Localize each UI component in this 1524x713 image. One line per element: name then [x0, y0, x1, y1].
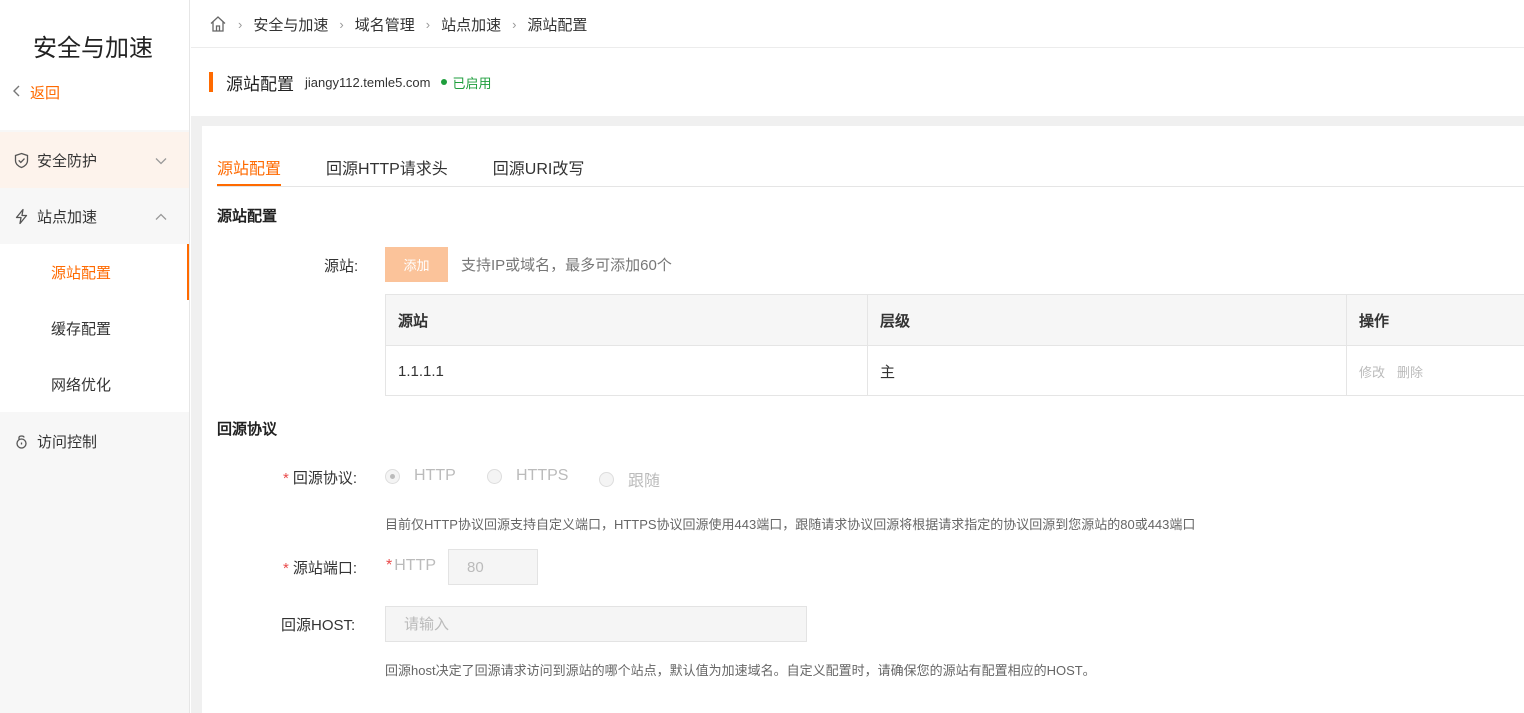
sidebar-item-network-optimization[interactable]: 网络优化 [0, 356, 189, 412]
protocol-help-text: 目前仅HTTP协议回源支持自定义端口，HTTPS协议回源使用443端口，跟随请求… [385, 517, 1196, 532]
tab-divider [217, 186, 1524, 187]
radio-http[interactable]: HTTP [385, 467, 456, 485]
sidebar-group-label: 站点加速 [37, 208, 98, 226]
table-header-origin: 源站 [386, 295, 868, 345]
add-origin-button[interactable]: 添加 [385, 247, 448, 282]
edit-link[interactable]: 修改 [1359, 362, 1385, 381]
page-header: 源站配置 jiangy112.temle5.com 已启用 [209, 70, 492, 94]
table-cell-origin: 1.1.1.1 [386, 346, 868, 396]
breadcrumb-item-current: 源站配置 [527, 16, 588, 34]
port-input[interactable] [448, 549, 538, 585]
radio-follow[interactable]: 跟随 [599, 467, 660, 491]
sidebar-group-label: 安全防护 [37, 152, 98, 170]
port-prefix: * HTTP [386, 557, 436, 575]
domain-name: jiangy112.temle5.com [305, 74, 431, 90]
table-header-actions: 操作 [1359, 312, 1390, 330]
tab-origin-config[interactable]: 源站配置 [217, 144, 282, 186]
sidebar-title: 安全与加速 [33, 35, 153, 62]
host-help-text: 回源host决定了回源请求访问到源站的哪个站点，默认值为加速域名。自定义配置时，… [385, 663, 1096, 678]
radio-unchecked-icon [487, 468, 502, 484]
sidebar-group-label: 访问控制 [37, 433, 98, 451]
required-asterisk: * [283, 560, 289, 577]
sidebar-group-acceleration[interactable]: 站点加速 [0, 188, 189, 244]
origin-hint: 支持IP或域名，最多可添加60个 [461, 257, 672, 274]
radio-checked-icon [385, 468, 400, 484]
section-gap [191, 116, 1524, 126]
table-cell-actions: 修改 删除 [1347, 346, 1524, 396]
tab-bar: 源站配置 回源HTTP请求头 回源URI改写 [217, 144, 629, 186]
chevron-down-icon [155, 152, 167, 169]
breadcrumb-item[interactable]: 域名管理 [355, 14, 415, 35]
sidebar-item-cache-config[interactable]: 缓存配置 [0, 300, 189, 356]
host-label: 回源HOST: [281, 617, 356, 634]
table-cell-level: 主 [868, 346, 1347, 396]
required-asterisk: * [386, 557, 393, 574]
radio-https[interactable]: HTTPS [487, 467, 568, 485]
chevron-left-icon [12, 84, 22, 101]
chevron-right-icon: › [512, 16, 517, 32]
section-title-protocol: 回源协议 [217, 421, 278, 438]
chevron-up-icon [155, 208, 167, 225]
delete-link[interactable]: 删除 [1397, 362, 1423, 381]
back-link[interactable]: 返回 [12, 82, 60, 103]
breadcrumb: › 安全与加速 › 域名管理 › 站点加速 › 源站配置 [209, 12, 587, 36]
origin-table: 源站 层级 操作 1.1.1.1 主 修改 删除 [385, 294, 1524, 396]
port-prefix-text: HTTP [394, 557, 437, 574]
divider [191, 47, 1524, 48]
radio-label: 跟随 [628, 473, 661, 490]
chevron-right-icon: › [339, 16, 344, 32]
section-title-origin: 源站配置 [217, 208, 278, 225]
tab-origin-http-headers[interactable]: 回源HTTP请求头 [326, 144, 448, 186]
sidebar-header: 安全与加速 返回 [0, 0, 189, 130]
table-header-level: 层级 [868, 295, 1347, 345]
required-asterisk: * [283, 470, 289, 487]
sidebar: 安全与加速 返回 安全防护 站点加速 源站配置 缓存配置 网络优化 访问控制 [0, 0, 190, 713]
sidebar-group-security[interactable]: 安全防护 [0, 132, 189, 188]
protocol-label-text: 回源协议: [292, 470, 358, 487]
port-label-text: 源站端口: [292, 560, 358, 577]
accent-bar [209, 72, 213, 92]
sidebar-item-origin-config[interactable]: 源站配置 [0, 244, 189, 300]
origin-label: 源站: [324, 258, 359, 275]
host-input[interactable] [385, 606, 807, 642]
shield-icon [12, 151, 30, 169]
chevron-right-icon: › [425, 16, 431, 32]
section-gutter [191, 126, 202, 713]
chevron-right-icon: › [238, 16, 243, 32]
table-header-row: 源站 层级 操作 [386, 295, 1524, 345]
port-label: * 源站端口: [283, 557, 357, 578]
radio-unchecked-icon [599, 471, 614, 487]
page-title: 源站配置 [226, 74, 294, 94]
back-label: 返回 [30, 85, 61, 102]
lock-icon [12, 432, 30, 450]
home-icon[interactable] [209, 15, 227, 33]
radio-label: HTTPS [516, 467, 569, 484]
table-row: 1.1.1.1 主 修改 删除 [386, 345, 1524, 396]
protocol-label: * 回源协议: [283, 467, 357, 488]
tab-origin-uri-rewrite[interactable]: 回源URI改写 [493, 144, 585, 186]
sidebar-group-access-control[interactable]: 访问控制 [0, 413, 189, 469]
breadcrumb-item[interactable]: 安全与加速 [253, 14, 328, 35]
breadcrumb-item[interactable]: 站点加速 [441, 14, 501, 35]
status-dot-icon [440, 79, 447, 85]
radio-label: HTTP [414, 467, 456, 484]
status-badge: 已启用 [452, 75, 492, 91]
lightning-icon [12, 207, 30, 225]
